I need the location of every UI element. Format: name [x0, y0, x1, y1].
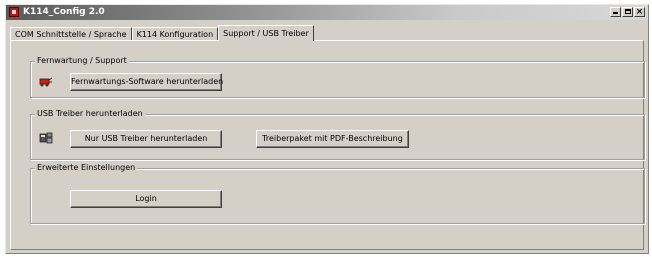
- maximize-button[interactable]: [622, 7, 633, 17]
- download-driver-package-button[interactable]: Treiberpaket mit PDF-Beschreibung: [256, 130, 409, 148]
- group-legend-advanced: Erweiterte Einstellungen: [35, 163, 138, 173]
- maximize-icon: [625, 9, 631, 14]
- group-advanced-settings: Erweiterte Einstellungen Login: [30, 163, 645, 224]
- tab-support-usb[interactable]: Support / USB Treiber: [218, 25, 314, 41]
- minimize-icon: [613, 12, 618, 14]
- login-button[interactable]: Login: [70, 190, 222, 208]
- close-icon: ×: [635, 7, 644, 17]
- minimize-button[interactable]: [610, 7, 621, 17]
- download-remote-software-button[interactable]: Fernwartungs-Software herunterladen: [70, 73, 223, 91]
- app-icon: [9, 7, 19, 17]
- group-remote-support: Fernwartung / Support Fernwartungs-Softw…: [30, 56, 645, 98]
- tab-com-schnittstelle[interactable]: COM Schnittstelle / Sprache: [10, 27, 132, 41]
- group-usb-drivers: USB Treiber herunterladen Nur USB Treibe…: [30, 109, 645, 160]
- tab-panel-support: Fernwartung / Support Fernwartungs-Softw…: [10, 40, 645, 250]
- group-legend-usb: USB Treiber herunterladen: [35, 109, 145, 119]
- group-legend-remote: Fernwartung / Support: [35, 56, 129, 66]
- remote-support-icon: [39, 77, 53, 87]
- title-bar[interactable]: K114_Config 2.0 ×: [6, 5, 648, 20]
- usb-driver-icon: [39, 132, 53, 144]
- window-controls: ×: [610, 7, 645, 17]
- tab-strip: COM Schnittstelle / Sprache K114 Konfigu…: [10, 25, 314, 41]
- app-window: K114_Config 2.0 × COM Schnittstelle / Sp…: [5, 4, 649, 254]
- window-title: K114_Config 2.0: [23, 7, 105, 17]
- tab-k114-konfiguration[interactable]: K114 Konfiguration: [131, 27, 219, 41]
- close-button[interactable]: ×: [634, 7, 645, 17]
- download-usb-driver-button[interactable]: Nur USB Treiber herunterladen: [70, 130, 222, 148]
